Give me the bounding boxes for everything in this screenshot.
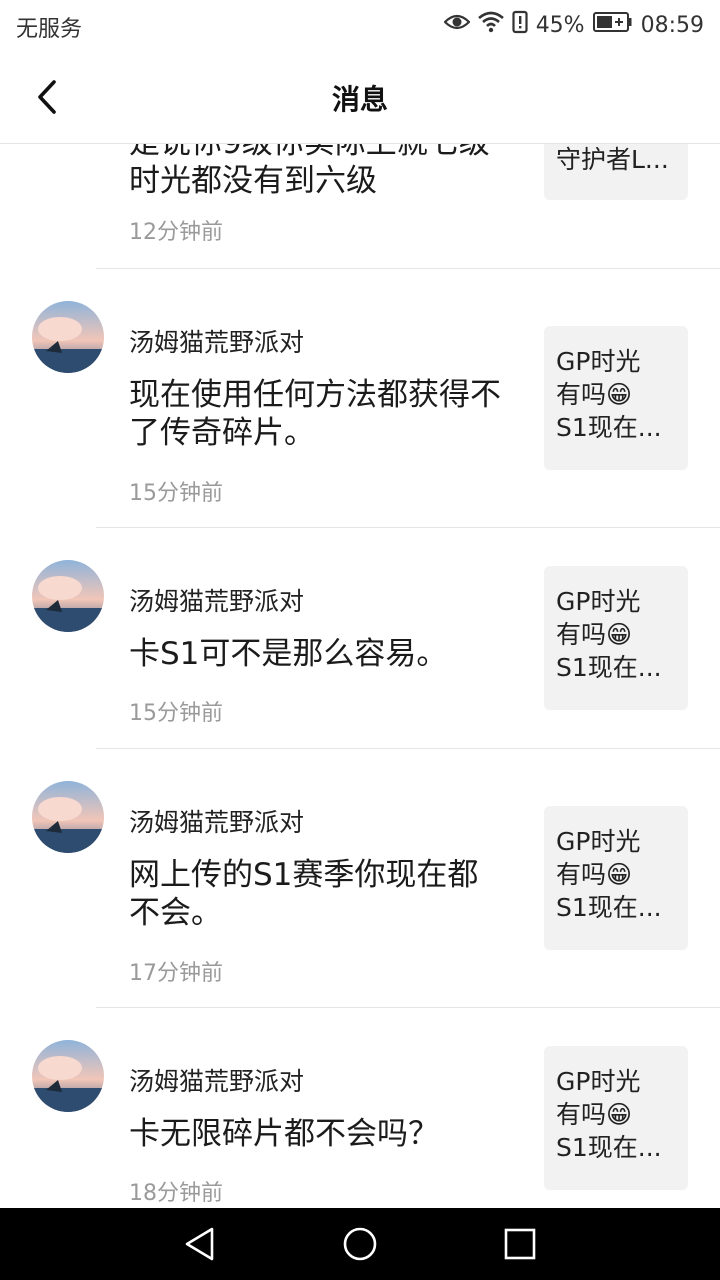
- sender-name: 汤姆猫荒野派对: [129, 328, 305, 357]
- message-text-line: 是说你9级你实际上就七级: [129, 144, 509, 162]
- thumbnail-line: 守护者L...: [556, 145, 669, 174]
- thumbnail-line: GP时光: [556, 827, 641, 856]
- sender-name: 汤姆猫荒野派对: [129, 1067, 305, 1096]
- thumbnail-line: S1现在...: [556, 893, 662, 922]
- thumbnail-preview[interactable]: GP时光 有吗😁 S1现在...: [544, 326, 688, 470]
- message-list[interactable]: 是说你9级你实际上就七级 时光都没有到六级 12分钟前 守护者L... 汤姆猫荒…: [0, 144, 720, 1208]
- list-item[interactable]: 汤姆猫荒野派对 卡S1可不是那么容易。 15分钟前 GP时光 有吗😁 S1现在.…: [0, 528, 720, 748]
- sender-name: 汤姆猫荒野派对: [129, 808, 305, 837]
- status-bar: 无服务 45% 08:59: [0, 0, 720, 50]
- thumbnail-line: S1现在...: [556, 653, 662, 682]
- thumbnail-preview[interactable]: GP时光 有吗😁 S1现在...: [544, 566, 688, 710]
- thumbnail-line: 有吗😁: [556, 620, 633, 649]
- message-text: 现在使用任何方法都获得不了传奇碎片。: [129, 377, 501, 451]
- back-triangle-icon: [185, 1227, 214, 1261]
- nav-back-button[interactable]: [182, 1226, 218, 1262]
- thumbnail-preview[interactable]: 守护者L...: [544, 144, 688, 200]
- sender-name: 汤姆猫荒野派对: [129, 587, 305, 616]
- carrier-label: 无服务: [16, 17, 83, 42]
- message-time: 15分钟前: [129, 481, 223, 506]
- list-item[interactable]: 汤姆猫荒野派对 网上传的S1赛季你现在都不会。 17分钟前 GP时光 有吗😁 S…: [0, 749, 720, 1008]
- avatar[interactable]: [32, 1040, 104, 1112]
- page-title: 消息: [331, 83, 388, 116]
- thumbnail-preview[interactable]: GP时光 有吗😁 S1现在...: [544, 806, 688, 950]
- thumbnail-line: GP时光: [556, 347, 641, 376]
- clock: 08:59: [640, 12, 704, 38]
- nav-recents-button[interactable]: [502, 1226, 538, 1262]
- message-time: 12分钟前: [129, 220, 223, 245]
- home-circle-icon: [343, 1227, 377, 1261]
- nav-home-button[interactable]: [342, 1226, 378, 1262]
- message-text: 卡S1可不是那么容易。: [129, 636, 448, 672]
- top-app-bar: 消息: [0, 50, 720, 144]
- message-text: 卡无限碎片都不会吗？: [129, 1116, 439, 1152]
- message-time: 15分钟前: [129, 701, 223, 726]
- thumbnail-line: GP时光: [556, 1067, 641, 1096]
- thumbnail-line: 有吗😁: [556, 1100, 633, 1129]
- message-time: 17分钟前: [129, 961, 223, 986]
- thumbnail-line: 有吗😁: [556, 380, 633, 409]
- alert-icon: [512, 10, 528, 40]
- list-item-partial[interactable]: 是说你9级你实际上就七级 时光都没有到六级 12分钟前 守护者L...: [0, 144, 720, 268]
- thumbnail-line: GP时光: [556, 587, 641, 616]
- thumbnail-line: 有吗😁: [556, 860, 633, 889]
- list-item[interactable]: 汤姆猫荒野派对 现在使用任何方法都获得不了传奇碎片。 15分钟前 GP时光 有吗…: [0, 269, 720, 528]
- list-item[interactable]: 汤姆猫荒野派对 卡无限碎片都不会吗？ 18分钟前 GP时光 有吗😁 S1现在..…: [0, 1008, 720, 1208]
- thumbnail-line: S1现在...: [556, 413, 662, 442]
- battery-percent: 45%: [535, 12, 585, 38]
- battery-icon: [592, 11, 633, 39]
- system-nav-bar: [0, 1208, 720, 1280]
- avatar[interactable]: [32, 781, 104, 853]
- recents-square-icon: [504, 1228, 536, 1260]
- avatar[interactable]: [32, 560, 104, 632]
- eye-icon: [443, 12, 471, 38]
- message-time: 18分钟前: [129, 1181, 223, 1206]
- thumbnail-line: S1现在...: [556, 1133, 662, 1162]
- status-icons: 45% 08:59: [443, 10, 704, 40]
- message-text: 是说你9级你实际上就七级 时光都没有到六级: [129, 144, 509, 200]
- message-text: 网上传的S1赛季你现在都不会。: [129, 857, 479, 931]
- thumbnail-preview[interactable]: GP时光 有吗😁 S1现在...: [544, 1046, 688, 1190]
- message-text-line: 时光都没有到六级: [129, 163, 377, 199]
- avatar[interactable]: [32, 301, 104, 373]
- wifi-icon: [477, 11, 504, 39]
